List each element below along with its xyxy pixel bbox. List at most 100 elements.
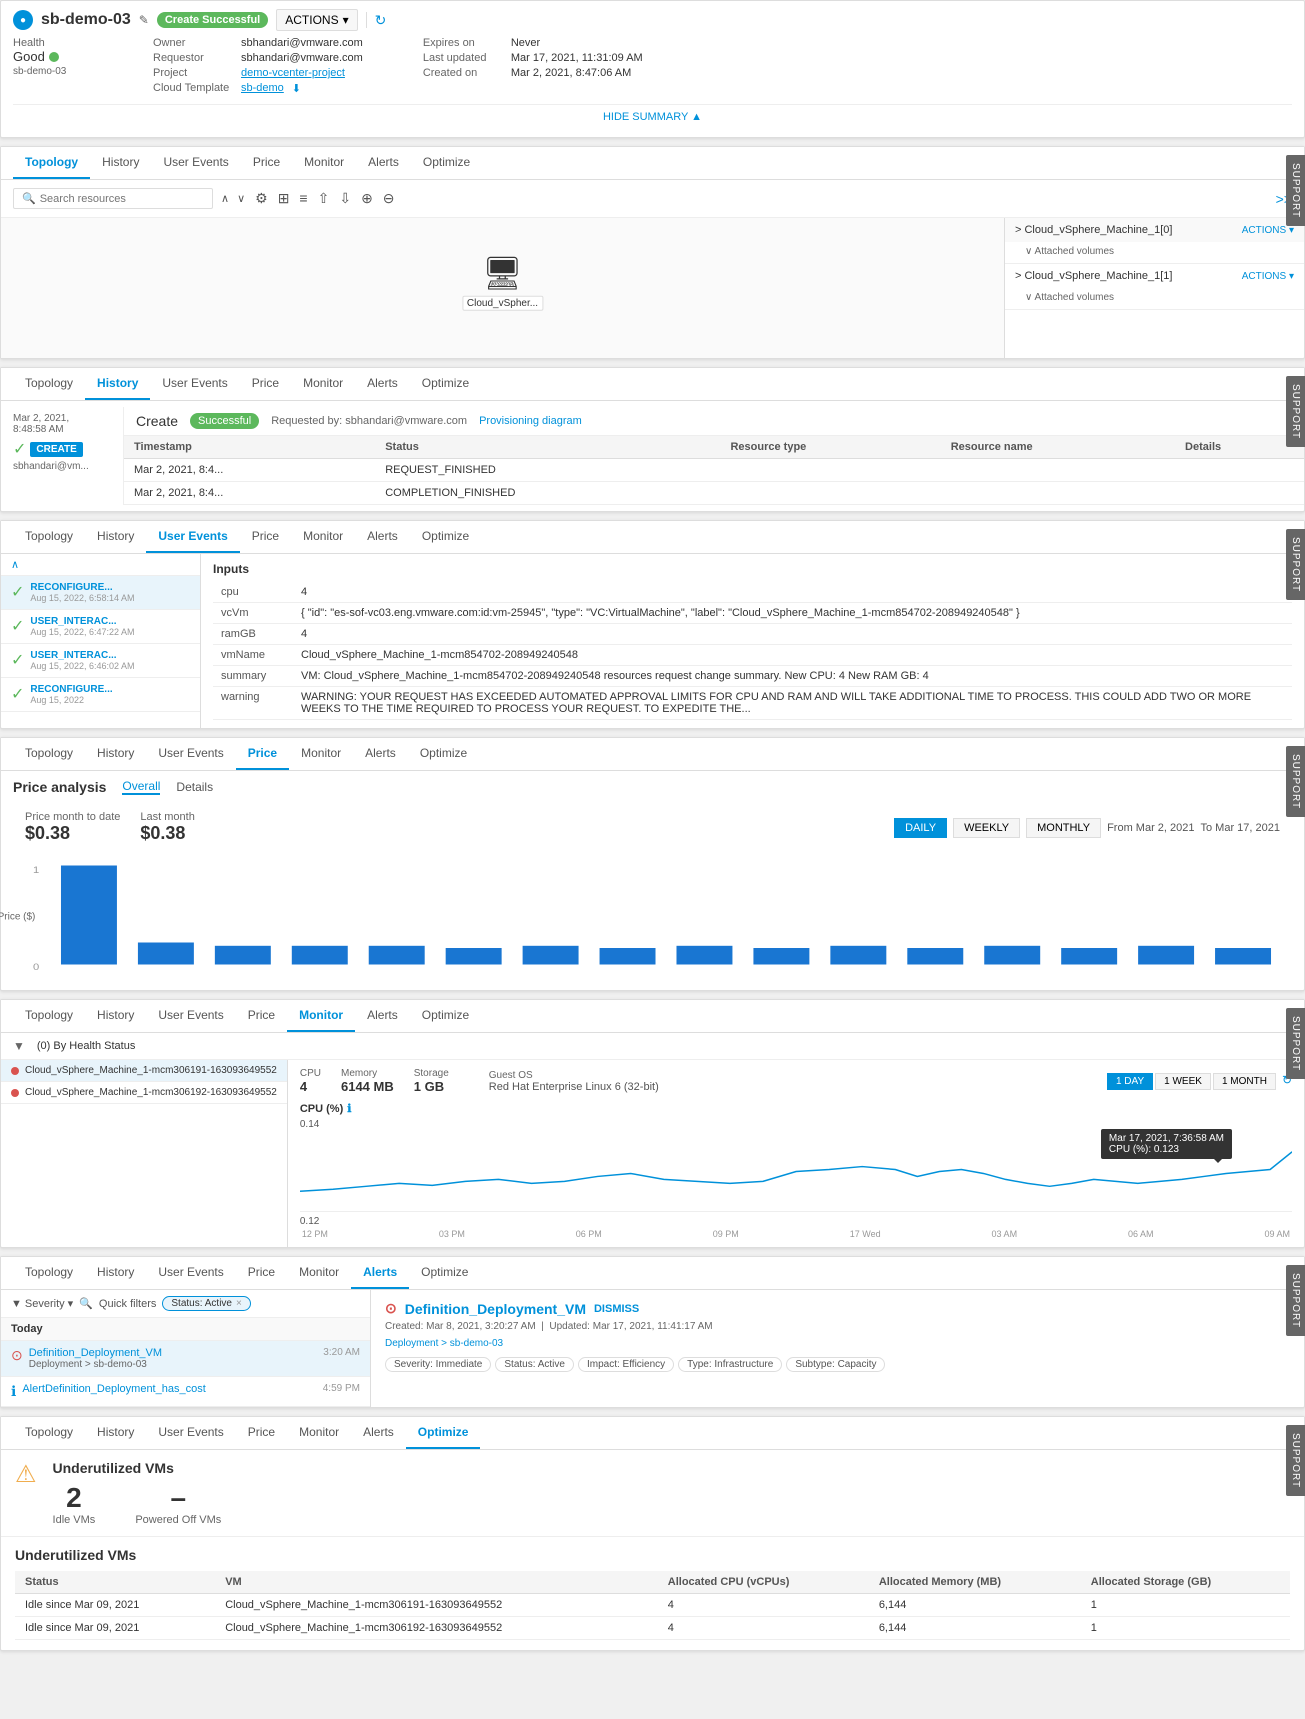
attached-label-2[interactable]: ∨ Attached volumes [1005,288,1304,309]
tab-topology-o[interactable]: Topology [13,1417,85,1449]
tab-history-a[interactable]: History [85,1257,146,1289]
event-item-3[interactable]: ✓ USER_INTERAC... Aug 15, 2022, 6:46:02 … [1,644,200,678]
tab-optimize-h[interactable]: Optimize [410,368,481,400]
event-item-4[interactable]: ✓ RECONFIGURE... Aug 15, 2022 [1,678,200,712]
tab-user-events-o[interactable]: User Events [146,1417,235,1449]
tab-alerts-a[interactable]: Alerts [351,1257,409,1289]
tab-topology-h[interactable]: Topology [13,368,85,400]
tab-monitor-h[interactable]: Monitor [291,368,355,400]
tab-user-events[interactable]: User Events [151,147,240,179]
tab-price-o[interactable]: Price [236,1417,287,1449]
create-badge[interactable]: CREATE [30,442,82,457]
export-icon[interactable]: ⇧ [316,188,332,209]
support-tab-p[interactable]: SUPPORT [1286,746,1305,817]
tab-price-ue[interactable]: Price [240,521,291,553]
daily-btn[interactable]: DAILY [894,818,947,838]
support-tab-m[interactable]: SUPPORT [1286,1008,1305,1079]
support-tab-o[interactable]: SUPPORT [1286,1425,1305,1496]
list-icon[interactable]: ≡ [297,188,309,209]
actions-button[interactable]: ACTIONS ▾ [276,9,357,31]
tab-history-ue[interactable]: History [85,521,146,553]
support-tab-ue[interactable]: SUPPORT [1286,529,1305,600]
tab-alerts-m[interactable]: Alerts [355,1000,410,1032]
tab-price-h[interactable]: Price [240,368,291,400]
remove-filter-icon[interactable]: × [236,1298,242,1309]
tab-topology-a[interactable]: Topology [13,1257,85,1289]
tab-history-p[interactable]: History [85,738,146,770]
vm-list-item-1[interactable]: Cloud_vSphere_Machine_1-mcm306191-163093… [1,1060,287,1082]
event-item-1[interactable]: ✓ RECONFIGURE... Aug 15, 2022, 6:58:14 A… [1,576,200,610]
tab-monitor-a[interactable]: Monitor [287,1257,351,1289]
edit-icon[interactable]: ✎ [139,13,149,27]
refresh-icon[interactable]: ↻ [375,12,387,29]
tab-optimize-a[interactable]: Optimize [409,1257,480,1289]
provisioning-link[interactable]: Provisioning diagram [479,415,582,427]
settings-icon[interactable]: ⚙ [253,188,270,209]
month-btn[interactable]: 1 MONTH [1213,1073,1276,1090]
tab-topology[interactable]: Topology [13,147,90,179]
hide-summary[interactable]: HIDE SUMMARY ▲ [13,104,1292,129]
support-tab-h[interactable]: SUPPORT [1286,376,1305,447]
alert-item-1[interactable]: ⊙ Definition_Deployment_VM Deployment > … [1,1341,370,1377]
tab-price[interactable]: Price [241,147,292,179]
dismiss-button[interactable]: DISMISS [594,1303,639,1315]
tab-history-h[interactable]: History [85,368,150,400]
tab-user-events-p[interactable]: User Events [146,738,235,770]
resource-actions-1[interactable]: ACTIONS ▾ [1242,225,1294,236]
tab-optimize-o[interactable]: Optimize [406,1417,481,1449]
week-btn[interactable]: 1 WEEK [1155,1073,1211,1090]
tab-user-events-h[interactable]: User Events [150,368,239,400]
tab-topology-p[interactable]: Topology [13,738,85,770]
zoom-in-icon[interactable]: ⊕ [359,188,375,209]
project-value[interactable]: demo-vcenter-project [241,67,345,79]
import-icon[interactable]: ⇩ [337,188,353,209]
resource-actions-2[interactable]: ACTIONS ▾ [1242,271,1294,282]
tab-monitor-ue[interactable]: Monitor [291,521,355,553]
severity-filter[interactable]: ▼ Severity ▾ [11,1297,73,1310]
tab-alerts-ue[interactable]: Alerts [355,521,410,553]
resource-header-1[interactable]: > Cloud_vSphere_Machine_1[0] ACTIONS ▾ [1005,218,1304,242]
tab-alerts-p[interactable]: Alerts [353,738,408,770]
tab-user-events-a[interactable]: User Events [146,1257,235,1289]
alert-item-2[interactable]: ℹ AlertDefinition_Deployment_has_cost 4:… [1,1377,370,1407]
tab-monitor[interactable]: Monitor [292,147,356,179]
search-input[interactable] [40,193,200,205]
tab-monitor-m[interactable]: Monitor [287,1000,355,1032]
tab-history[interactable]: History [90,147,151,179]
vm-list-item-2[interactable]: Cloud_vSphere_Machine_1-mcm306192-163093… [1,1082,287,1104]
event-item-2[interactable]: ✓ USER_INTERAC... Aug 15, 2022, 6:47:22 … [1,610,200,644]
tab-optimize-p[interactable]: Optimize [408,738,479,770]
tab-alerts-o[interactable]: Alerts [351,1417,406,1449]
resource-header-2[interactable]: > Cloud_vSphere_Machine_1[1] ACTIONS ▾ [1005,264,1304,288]
alert-breadcrumb[interactable]: Deployment > sb-demo-03 [385,1338,1290,1349]
tab-details[interactable]: Details [176,780,213,794]
tab-user-events-m[interactable]: User Events [146,1000,235,1032]
vm-node[interactable]: 🖥 Cloud_vSpher... [462,254,543,311]
monthly-btn[interactable]: MONTHLY [1026,818,1101,838]
caret-down[interactable]: ∨ [237,192,245,205]
tab-optimize-m[interactable]: Optimize [410,1000,481,1032]
caret-up[interactable]: ∧ [221,192,229,205]
download-icon[interactable]: ⬇ [292,82,301,95]
tab-price-p[interactable]: Price [236,738,289,770]
tab-user-events-ue[interactable]: User Events [146,521,239,553]
collapse-arrow[interactable]: ∧ [1,554,200,576]
weekly-btn[interactable]: WEEKLY [953,818,1020,838]
tab-monitor-p[interactable]: Monitor [289,738,353,770]
support-tab-a[interactable]: SUPPORT [1286,1265,1305,1336]
tab-monitor-o[interactable]: Monitor [287,1417,351,1449]
tab-history-m[interactable]: History [85,1000,146,1032]
tab-price-a[interactable]: Price [236,1257,287,1289]
grid-icon[interactable]: ⊞ [276,188,292,209]
tab-price-m[interactable]: Price [236,1000,287,1032]
info-icon[interactable]: ℹ [347,1102,351,1115]
day-btn[interactable]: 1 DAY [1107,1073,1153,1090]
tab-optimize-ue[interactable]: Optimize [410,521,481,553]
support-tab[interactable]: SUPPORT [1286,155,1305,226]
tab-topology-ue[interactable]: Topology [13,521,85,553]
tab-alerts-h[interactable]: Alerts [355,368,410,400]
tab-history-o[interactable]: History [85,1417,146,1449]
tab-topology-m[interactable]: Topology [13,1000,85,1032]
attached-label-1[interactable]: ∨ Attached volumes [1005,242,1304,263]
tab-alerts[interactable]: Alerts [356,147,411,179]
